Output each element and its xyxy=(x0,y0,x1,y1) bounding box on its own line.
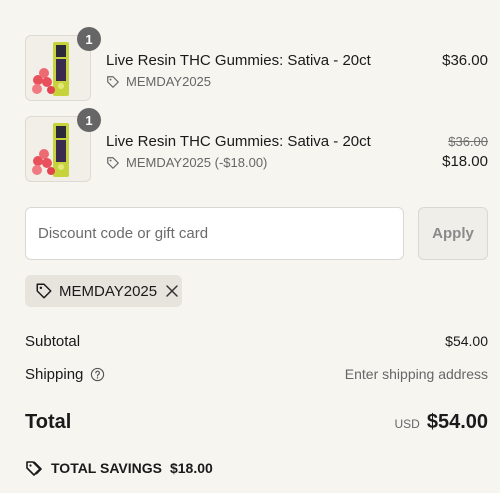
product-thumbnail: 1 xyxy=(25,108,101,182)
apply-button[interactable]: Apply xyxy=(418,207,488,260)
currency-code: USD xyxy=(394,416,420,431)
quantity-badge: 1 xyxy=(77,27,101,51)
total-row: Total USD $54.00 xyxy=(25,409,488,435)
total-label: Total xyxy=(25,410,72,433)
item-discount-code: MEMDAY2025 (-$18.00) xyxy=(126,155,268,170)
applied-discount-code: MEMDAY2025 xyxy=(59,282,158,300)
help-icon[interactable] xyxy=(90,367,105,382)
tag-icon xyxy=(35,282,53,300)
shipping-row: Shipping Enter shipping address xyxy=(25,364,488,384)
tag-icon xyxy=(106,75,120,89)
applied-discount-chip: MEMDAY2025 xyxy=(25,275,182,307)
subtotal-label: Subtotal xyxy=(25,332,81,350)
shipping-label-wrap: Shipping xyxy=(25,366,105,383)
product-title: Live Resin THC Gummies: Sativa - 20ct xyxy=(106,52,371,69)
close-icon[interactable] xyxy=(165,284,179,298)
shipping-value: Enter shipping address xyxy=(344,366,488,382)
item-price: $36.00 xyxy=(442,52,488,69)
line-item: 1 Live Resin THC Gummies: Sativa - 20ct … xyxy=(25,108,488,184)
discount-code-input[interactable] xyxy=(25,207,404,260)
total-savings: TOTAL SAVINGS $18.00 xyxy=(25,459,213,477)
shipping-label: Shipping xyxy=(25,365,84,383)
savings-tag-icon xyxy=(25,459,43,477)
item-original-price: $36.00 xyxy=(448,134,488,149)
subtotal-value: $54.00 xyxy=(445,333,488,349)
savings-value: $18.00 xyxy=(169,460,213,476)
item-price: $18.00 xyxy=(442,153,488,170)
product-title: Live Resin THC Gummies: Sativa - 20ct xyxy=(106,133,371,150)
item-discount-code: MEMDAY2025 xyxy=(126,74,212,89)
line-item: 1 Live Resin THC Gummies: Sativa - 20ct … xyxy=(25,27,488,103)
item-discount: MEMDAY2025 xyxy=(106,74,211,89)
product-thumbnail: 1 xyxy=(25,27,101,101)
total-amount: USD $54.00 xyxy=(394,411,488,434)
quantity-badge: 1 xyxy=(77,108,101,132)
tag-icon xyxy=(106,156,120,170)
savings-label: TOTAL SAVINGS xyxy=(51,460,162,476)
total-value: $54.00 xyxy=(426,410,488,433)
item-discount: MEMDAY2025 (-$18.00) xyxy=(106,155,267,170)
subtotal-row: Subtotal $54.00 xyxy=(25,331,488,351)
